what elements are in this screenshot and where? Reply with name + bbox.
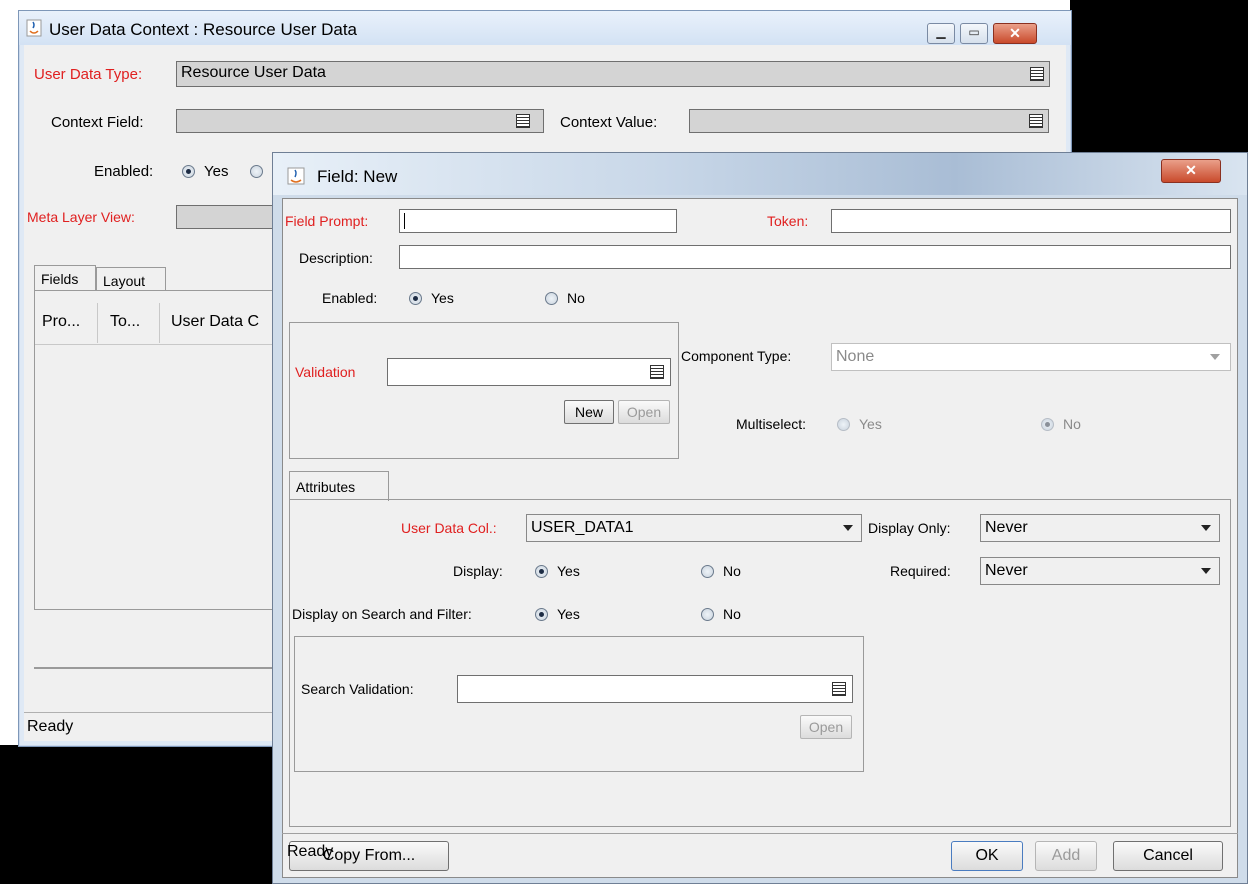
validation-label: Validation — [295, 364, 356, 380]
multiselect-no-label: No — [1063, 416, 1081, 432]
user-data-col-label: User Data Col.: — [401, 520, 497, 536]
java-icon — [26, 19, 42, 37]
open-validation-button[interactable]: Open — [618, 400, 670, 424]
display-search-yes-label: Yes — [557, 606, 580, 622]
description-label: Description: — [299, 250, 373, 266]
chevron-down-icon — [1201, 568, 1211, 574]
search-validation-label: Search Validation: — [301, 681, 414, 697]
close-button[interactable]: ✕ — [1161, 159, 1221, 183]
enabled-yes-label: Yes — [431, 290, 454, 306]
search-validation-open-button[interactable]: Open — [800, 715, 852, 739]
validation-panel: Validation New Open — [289, 322, 679, 459]
required-value: Never — [985, 562, 1028, 579]
enabled-label: Enabled: — [94, 163, 154, 180]
title-bar[interactable]: User Data Context : Resource User Data ▁… — [19, 11, 1071, 45]
enabled-yes-radio[interactable] — [182, 165, 195, 178]
field-new-dialog: Field: New ✕ Field Prompt: Token: Descri… — [272, 152, 1248, 884]
attributes-panel: User Data Col.: USER_DATA1 Display Only:… — [289, 499, 1231, 827]
display-search-no-radio[interactable] — [701, 608, 714, 621]
context-value-label: Context Value: — [560, 114, 658, 131]
status-bar: Ready — [287, 843, 334, 860]
token-label: Token: — [767, 213, 809, 229]
display-search-yes-radio[interactable] — [535, 608, 548, 621]
dialog-title: Field: New — [317, 167, 398, 186]
chevron-down-icon — [1210, 354, 1220, 360]
multiselect-yes-radio[interactable] — [837, 418, 850, 431]
java-icon — [287, 167, 305, 185]
display-search-label: Display on Search and Filter: — [292, 606, 472, 622]
user-data-type-label: User Data Type: — [34, 66, 143, 83]
multiselect-label: Multiselect: — [736, 416, 807, 432]
display-only-value: Never — [985, 519, 1028, 536]
dialog-title-bar[interactable]: Field: New ✕ — [273, 153, 1247, 195]
display-only-select[interactable]: Never — [980, 514, 1220, 542]
token-input[interactable] — [831, 209, 1231, 233]
user-data-col-value: USER_DATA1 — [531, 519, 634, 536]
validation-input[interactable] — [387, 358, 671, 386]
display-yes-radio[interactable] — [535, 565, 548, 578]
enabled-no-radio[interactable] — [250, 165, 263, 178]
enabled-label: Enabled: — [322, 290, 378, 306]
context-value-input[interactable] — [689, 109, 1049, 133]
multiselect-yes-label: Yes — [859, 416, 882, 432]
meta-layer-view-label: Meta Layer View: — [27, 209, 135, 225]
context-field-label: Context Field: — [51, 114, 144, 131]
user-data-type-value: Resource User Data — [181, 64, 326, 81]
component-type-select[interactable]: None — [831, 343, 1231, 371]
enabled-yes-label: Yes — [204, 163, 229, 180]
column-header[interactable]: User Data C — [171, 313, 259, 331]
description-input[interactable] — [399, 245, 1231, 269]
minimize-button[interactable]: ▁ — [927, 23, 955, 44]
maximize-button[interactable]: ▭ — [960, 23, 988, 44]
column-header[interactable]: To... — [110, 313, 140, 331]
context-field-picker-icon[interactable] — [516, 114, 530, 128]
cancel-button[interactable]: Cancel — [1113, 841, 1223, 871]
status-bar: Ready — [27, 718, 74, 735]
ok-button[interactable]: OK — [951, 841, 1023, 871]
required-label: Required: — [890, 563, 951, 579]
column-header[interactable]: Pro... — [42, 313, 80, 331]
field-prompt-input[interactable] — [399, 209, 677, 233]
display-only-label: Display Only: — [868, 520, 951, 536]
display-search-no-label: No — [723, 606, 741, 622]
search-validation-panel: Search Validation: Open — [294, 636, 864, 772]
user-data-type-field[interactable]: Resource User Data — [176, 61, 1050, 87]
display-yes-label: Yes — [557, 563, 580, 579]
enabled-yes-radio[interactable] — [409, 292, 422, 305]
enabled-no-label: No — [567, 290, 585, 306]
validation-picker-icon[interactable] — [650, 365, 664, 379]
meta-layer-view-field[interactable] — [176, 205, 276, 229]
component-type-value: None — [836, 348, 875, 365]
required-select[interactable]: Never — [980, 557, 1220, 585]
tab-attributes[interactable]: Attributes — [289, 471, 389, 501]
display-no-label: No — [723, 563, 741, 579]
display-no-radio[interactable] — [701, 565, 714, 578]
component-type-label: Component Type: — [681, 348, 792, 364]
desktop-background-lower — [0, 745, 300, 884]
close-button[interactable]: ✕ — [993, 23, 1037, 44]
search-validation-input[interactable] — [457, 675, 853, 703]
context-value-picker-icon[interactable] — [1029, 114, 1043, 128]
display-label: Display: — [453, 563, 503, 579]
chevron-down-icon — [1201, 525, 1211, 531]
dialog-body: Field Prompt: Token: Description: Enable… — [282, 198, 1238, 878]
context-field-input[interactable] — [176, 109, 544, 133]
enabled-no-radio[interactable] — [545, 292, 558, 305]
chevron-down-icon — [843, 525, 853, 531]
add-button[interactable]: Add — [1035, 841, 1097, 871]
list-picker-icon[interactable] — [1030, 67, 1044, 81]
multiselect-no-radio[interactable] — [1041, 418, 1054, 431]
window-title: User Data Context : Resource User Data — [49, 20, 358, 39]
new-validation-button[interactable]: New — [564, 400, 614, 424]
search-validation-picker-icon[interactable] — [832, 682, 846, 696]
tab-fields[interactable]: Fields — [34, 265, 96, 291]
field-prompt-label: Field Prompt: — [285, 213, 369, 229]
user-data-col-select[interactable]: USER_DATA1 — [526, 514, 862, 542]
